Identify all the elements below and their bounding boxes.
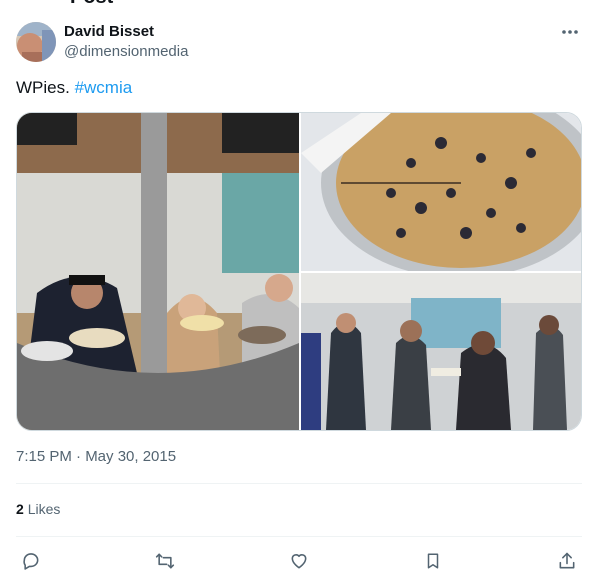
tweet-text: WPies. #wcmia [16,78,132,98]
media-grid [16,112,582,431]
share-icon[interactable] [552,548,582,574]
timestamp[interactable]: 7:15 PM · May 30, 2015 [16,448,176,465]
avatar[interactable] [16,22,56,62]
photo-pie-counter[interactable] [17,113,299,430]
tweet-header: David Bisset @dimensionmedia [16,20,582,64]
page-title-fragment: Post [70,0,113,9]
more-icon[interactable] [558,22,582,42]
reply-icon[interactable] [16,548,46,574]
author-handle[interactable]: @dimensionmedia [64,43,188,60]
bookmark-icon[interactable] [418,548,448,574]
likes-number: 2 [16,501,24,517]
divider [16,483,582,484]
likes-count[interactable]: 2 Likes [16,501,60,517]
hashtag-link[interactable]: #wcmia [75,78,133,97]
retweet-icon[interactable] [150,548,180,574]
action-bar [16,548,582,574]
likes-label: Likes [27,501,61,517]
photo-crowd-hall[interactable] [301,273,581,430]
divider [16,536,582,537]
tweet-text-body: WPies. [16,78,70,97]
author-name[interactable]: David Bisset [64,23,154,40]
heart-icon[interactable] [284,548,314,574]
photo-blueberry-pie[interactable] [301,113,581,271]
